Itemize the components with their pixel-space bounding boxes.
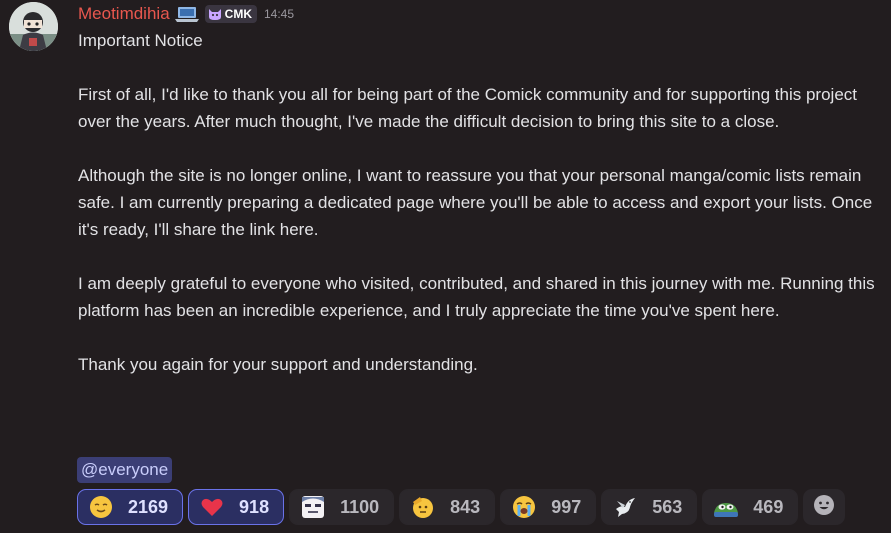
laptop-icon xyxy=(174,5,199,23)
username[interactable]: Meotimdihia xyxy=(78,4,170,24)
add-reaction-button[interactable] xyxy=(803,489,846,525)
reaction-anime-face[interactable]: 1100 xyxy=(289,489,395,525)
reaction-heart[interactable]: 918 xyxy=(188,489,285,525)
reaction-bar: 2169 918 1100 843 997 563 469 xyxy=(77,489,846,525)
cat-icon xyxy=(208,7,222,21)
pepe-frog-icon xyxy=(713,494,739,520)
message-paragraph: I am deeply grateful to everyone who vis… xyxy=(78,274,875,320)
server-tag[interactable]: CMK xyxy=(204,5,257,23)
reaction-crying[interactable]: 997 xyxy=(500,489,597,525)
reaction-count: 1100 xyxy=(340,496,380,517)
message-paragraph: First of all, I'd like to thank you all … xyxy=(78,85,857,131)
avatar[interactable] xyxy=(9,2,58,51)
reaction-count: 563 xyxy=(652,496,683,517)
saluting-face-icon xyxy=(410,494,436,520)
reaction-salute[interactable]: 843 xyxy=(399,489,496,525)
reaction-count: 469 xyxy=(753,496,784,517)
red-heart-icon xyxy=(199,494,225,520)
chat-message: Meotimdihia CMK 14:45 Important Notice F… xyxy=(0,0,891,533)
notice-title: Important Notice xyxy=(78,31,203,50)
reaction-count: 843 xyxy=(450,496,481,517)
reaction-relieved[interactable]: 2169 xyxy=(77,489,184,525)
smiley-add-reaction-icon xyxy=(813,494,835,521)
everyone-mention[interactable]: @everyone xyxy=(77,457,173,483)
message-header: Meotimdihia CMK 14:45 xyxy=(78,2,294,26)
server-tag-label: CMK xyxy=(224,7,252,21)
timestamp[interactable]: 14:45 xyxy=(264,7,294,21)
reaction-count: 918 xyxy=(239,496,270,517)
dove-icon xyxy=(612,494,638,520)
reaction-count: 997 xyxy=(551,496,582,517)
relieved-face-icon xyxy=(88,494,114,520)
avatar-image xyxy=(9,2,58,51)
message-paragraph: Thank you again for your support and und… xyxy=(78,355,478,374)
anime-face-icon xyxy=(300,494,326,520)
reaction-frog[interactable]: 469 xyxy=(702,489,799,525)
loudly-crying-face-icon xyxy=(511,494,537,520)
message-paragraph: Although the site is no longer online, I… xyxy=(78,166,873,239)
reaction-count: 2169 xyxy=(128,496,169,517)
reaction-dove[interactable]: 563 xyxy=(601,489,698,525)
message-content: Important Notice First of all, I'd like … xyxy=(78,27,878,378)
